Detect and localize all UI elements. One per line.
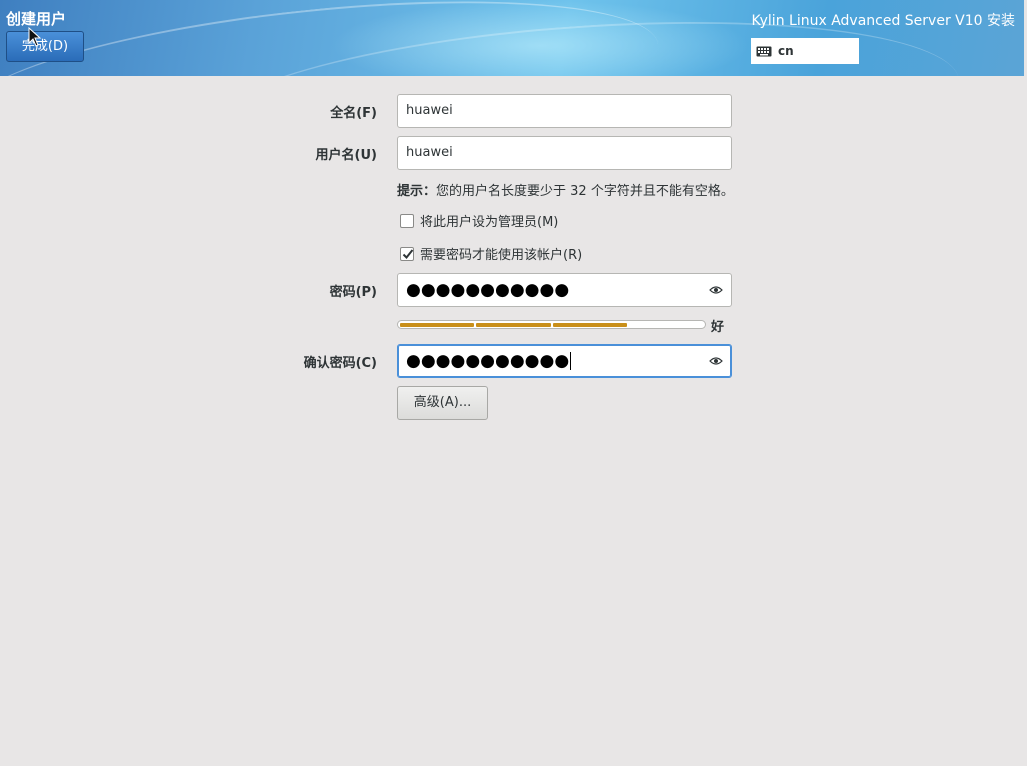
strength-segment xyxy=(476,323,551,327)
require-password-checkbox[interactable] xyxy=(400,246,414,261)
mouse-cursor-icon xyxy=(28,27,42,47)
strength-segment xyxy=(629,323,703,327)
fullname-field[interactable]: huawei xyxy=(397,94,732,128)
username-label: 用户名(U) xyxy=(315,148,377,163)
strength-segment xyxy=(552,323,627,327)
product-title: Kylin Linux Advanced Server V10 安装 xyxy=(751,13,1015,29)
admin-checkbox[interactable] xyxy=(400,213,414,228)
keyboard-layout-label: cn xyxy=(778,44,794,58)
confirm-mask-text: ●●●●●●●●●●● xyxy=(406,351,570,371)
require-password-checkbox-row[interactable]: 需要密码才能使用该帐户(R) xyxy=(400,244,582,263)
hint-text: 您的用户名长度要少于 32 个字符并且不能有空格。 xyxy=(436,184,734,199)
page-title: 创建用户 xyxy=(6,10,67,28)
password-field[interactable]: ●●●●●●●●●●● xyxy=(397,273,732,307)
keyboard-icon xyxy=(756,46,772,56)
confirm-password-label: 确认密码(C) xyxy=(303,356,377,371)
password-mask: ●●●●●●●●●●● xyxy=(406,280,570,300)
admin-checkbox-label: 将此用户设为管理员(M) xyxy=(420,215,559,230)
text-caret xyxy=(570,352,572,370)
hint-prefix: 提示： xyxy=(397,184,437,199)
require-password-label: 需要密码才能使用该帐户(R) xyxy=(420,248,583,263)
username-field[interactable]: huawei xyxy=(397,136,732,170)
username-hint: 提示：您的用户名长度要少于 32 个字符并且不能有空格。 xyxy=(397,180,734,199)
confirm-password-mask: ●●●●●●●●●●● xyxy=(406,345,572,377)
strength-segment xyxy=(400,323,475,327)
password-strength-label: 好 xyxy=(711,320,725,335)
confirm-password-field[interactable]: ●●●●●●●●●●● xyxy=(397,344,732,378)
checkmark-icon xyxy=(402,248,414,259)
advanced-button[interactable]: 高级(A)... xyxy=(397,386,488,420)
admin-checkbox-row[interactable]: 将此用户设为管理员(M) xyxy=(400,211,558,230)
header-bar: 创建用户 完成(D) Kylin Linux Advanced Server V… xyxy=(0,0,1024,76)
password-strength-bar xyxy=(397,320,706,329)
show-confirm-password-eye-icon[interactable] xyxy=(709,355,723,367)
show-password-eye-icon[interactable] xyxy=(709,284,723,296)
fullname-label: 全名(F) xyxy=(330,106,377,121)
keyboard-layout-indicator[interactable]: cn xyxy=(751,38,859,64)
done-button[interactable]: 完成(D) xyxy=(6,31,84,62)
password-label: 密码(P) xyxy=(329,285,377,300)
